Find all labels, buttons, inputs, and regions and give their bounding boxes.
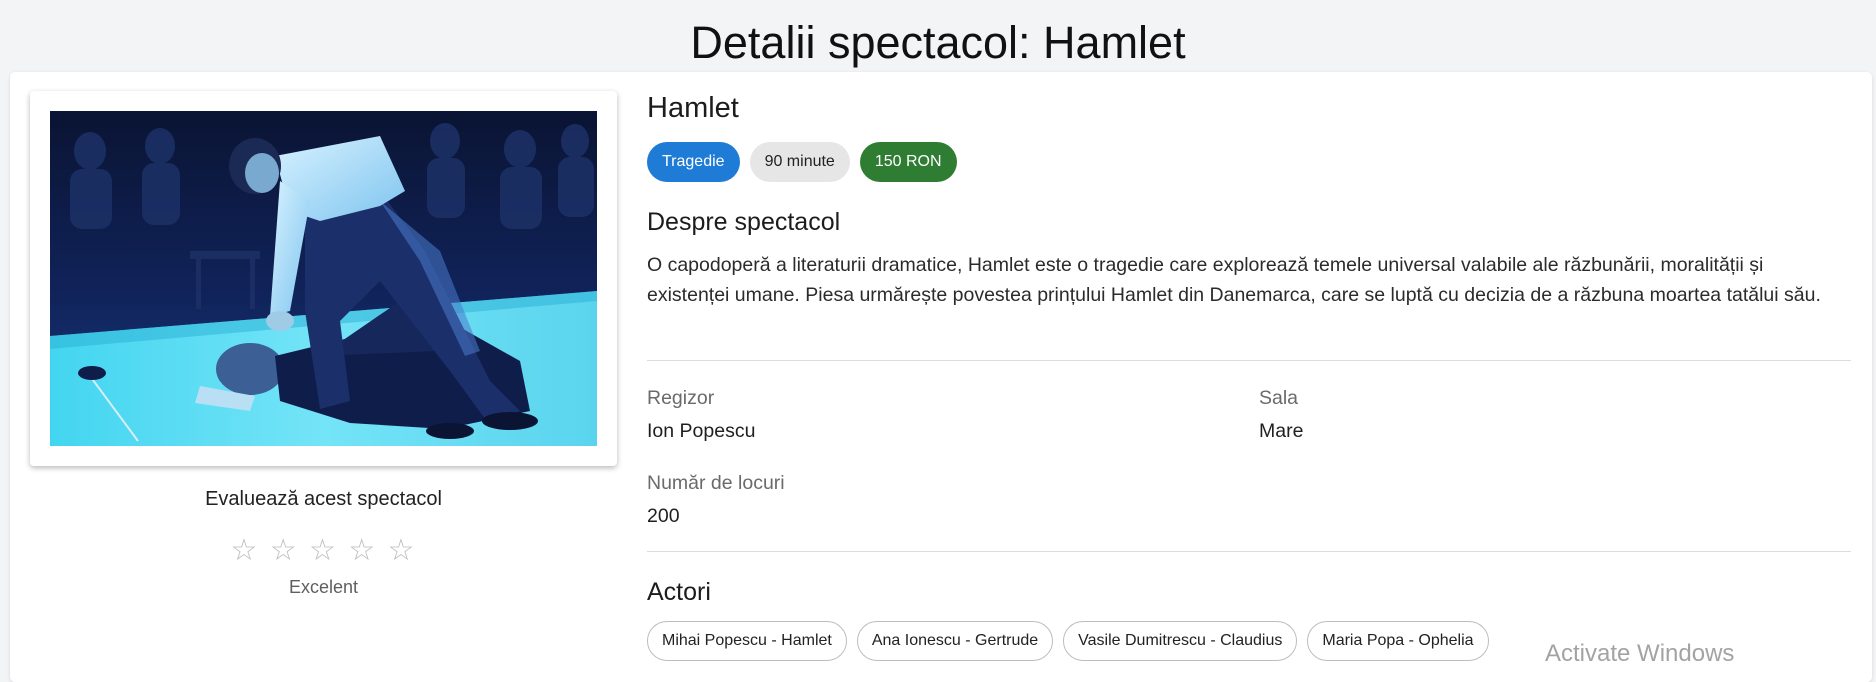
director-label: Regizor: [647, 387, 715, 409]
actor-chip[interactable]: Mihai Popescu - Hamlet: [647, 621, 847, 661]
price-chip: 150 RON: [859, 142, 957, 182]
seats-label: Număr de locuri: [647, 472, 785, 494]
star-rating[interactable]: ☆ ☆ ☆ ☆ ☆: [30, 533, 617, 569]
actor-chip[interactable]: Ana Ionescu - Gertrude: [856, 621, 1054, 661]
show-chips: Tragedie 90 minute 150 RON: [647, 142, 957, 182]
star-5-icon[interactable]: ☆: [388, 533, 417, 569]
show-photo: [50, 111, 597, 446]
actor-chip[interactable]: Vasile Dumitrescu - Claudius: [1063, 621, 1298, 661]
duration-chip: 90 minute: [749, 142, 850, 182]
genre-chip: Tragedie: [647, 142, 740, 182]
show-image-card: [30, 91, 617, 466]
actors-list: Mihai Popescu - Hamlet Ana Ionescu - Ger…: [647, 621, 1489, 661]
actor-chip[interactable]: Maria Popa - Ophelia: [1307, 621, 1489, 661]
star-4-icon[interactable]: ☆: [348, 533, 377, 569]
seats-value: 200: [647, 505, 680, 527]
hall-value: Mare: [1259, 420, 1304, 442]
actors-section-title: Actori: [647, 578, 711, 606]
rating-caption: Excelent: [288, 577, 359, 597]
divider: [647, 360, 1851, 361]
divider: [647, 551, 1851, 552]
about-section-title: Despre spectacol: [647, 208, 841, 236]
activate-windows-watermark: Activate Windows: [1545, 640, 1735, 667]
show-description: O capodoperă a literaturii dramatice, Ha…: [647, 254, 1821, 306]
page-title: Detalii spectacol: Hamlet: [690, 17, 1186, 68]
hall-label: Sala: [1259, 387, 1299, 409]
director-value: Ion Popescu: [647, 420, 756, 442]
star-1-icon[interactable]: ☆: [231, 533, 260, 569]
star-2-icon[interactable]: ☆: [270, 533, 299, 569]
rating-title: Evaluează acest spectacol: [205, 488, 442, 510]
star-3-icon[interactable]: ☆: [309, 533, 338, 569]
show-name: Hamlet: [647, 92, 739, 124]
